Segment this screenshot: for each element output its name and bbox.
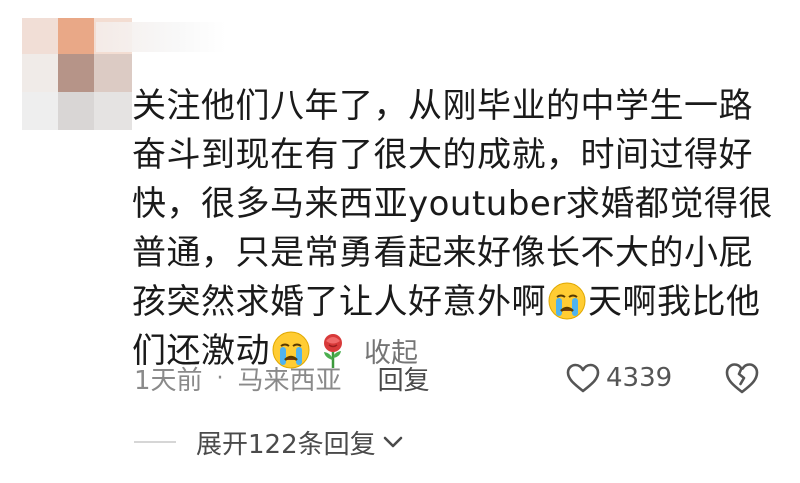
broken-heart-icon[interactable] [724,360,760,396]
chevron-down-icon [383,436,402,448]
username[interactable] [96,22,226,52]
reply-button[interactable]: 回复 [378,360,430,397]
comment-meta: 1天前 · 马来西亚 回复 [134,356,430,400]
comment-text-segment: 孩突然求婚了让人好意外啊 [132,282,546,322]
comment-line: 奋斗到现在有了很大的成就，时间过得好 [132,135,753,175]
comment-line: 快，很多马来西亚youtuber求婚都觉得很 [132,184,773,224]
comment-line: 普通，只是常勇看起来好像长不大的小屁 [132,233,753,273]
like-count: 4339 [606,363,673,393]
comment-text-segment: 天啊我比他 [588,282,761,322]
expand-replies-button[interactable]: 展开122条回复 [134,422,404,462]
crying-face-icon [548,282,586,320]
heart-outline-icon [566,363,600,393]
meta-separator: · [216,365,224,391]
divider [134,441,176,443]
comment-time: 1天前 [134,365,203,396]
like-button[interactable]: 4339 [566,358,672,398]
comment-line: 孩突然求婚了让人好意外啊 天啊我比他 [132,278,760,327]
comment-location: 马来西亚 [237,365,342,396]
expand-replies-label: 展开122条回复 [196,429,376,460]
comment-text: 关注他们八年了，从刚毕业的中学生一路 奋斗到现在有了很大的成就，时间过得好 快，… [132,82,773,378]
comment-line: 关注他们八年了，从刚毕业的中学生一路 [132,86,753,126]
